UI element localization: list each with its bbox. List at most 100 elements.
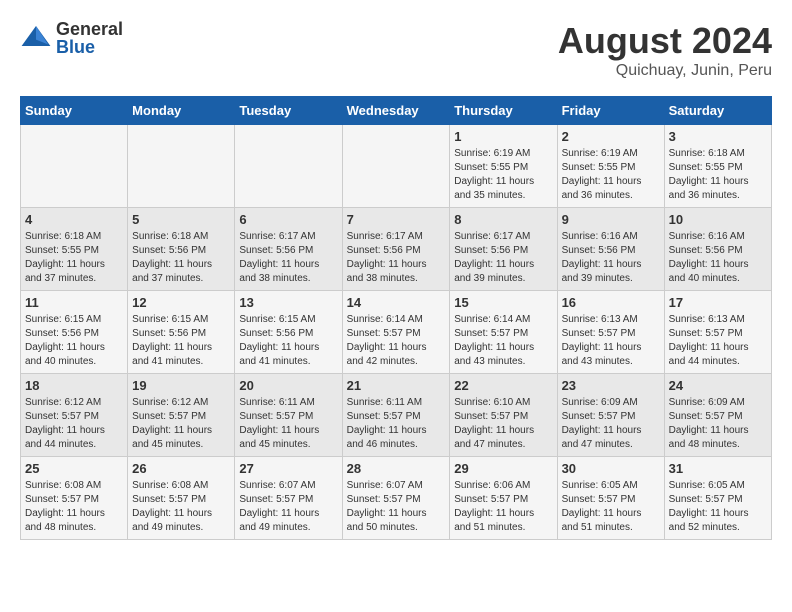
day-number: 11 — [25, 295, 123, 310]
title-block: August 2024 Quichuay, Junin, Peru — [558, 20, 772, 80]
day-number: 13 — [239, 295, 337, 310]
subtitle: Quichuay, Junin, Peru — [558, 62, 772, 80]
calendar-cell — [235, 125, 342, 208]
day-header-monday: Monday — [128, 97, 235, 125]
day-number: 6 — [239, 212, 337, 227]
calendar-cell: 14Sunrise: 6:14 AM Sunset: 5:57 PM Dayli… — [342, 291, 450, 374]
calendar-cell: 1 Sunrise: 6:19 AM Sunset: 5:55 PM Daylig… — [450, 125, 557, 208]
calendar-cell — [342, 125, 450, 208]
day-info: Sunrise: 6:19 AM Sunset: 5:55 PM Dayligh… — [454, 147, 552, 203]
calendar-cell: 3 Sunrise: 6:18 AM Sunset: 5:55 PM Daylig… — [664, 125, 771, 208]
day-info: Sunrise: 6:07 AM Sunset: 5:57 PM Dayligh… — [239, 479, 337, 535]
day-header-sunday: Sunday — [21, 97, 128, 125]
day-info: Sunrise: 6:18 AM Sunset: 5:55 PM Dayligh… — [25, 230, 123, 286]
day-number: 29 — [454, 461, 552, 476]
week-row-1: 1 Sunrise: 6:19 AM Sunset: 5:55 PM Daylig… — [21, 125, 772, 208]
calendar-cell: 18Sunrise: 6:12 AM Sunset: 5:57 PM Dayli… — [21, 374, 128, 457]
day-number: 18 — [25, 378, 123, 393]
calendar-cell — [21, 125, 128, 208]
day-info: Sunrise: 6:17 AM Sunset: 5:56 PM Dayligh… — [347, 230, 446, 286]
day-info: Sunrise: 6:10 AM Sunset: 5:57 PM Dayligh… — [454, 396, 552, 452]
calendar-cell: 17 Sunrise: 6:13 AM Sunset: 5:57 PM Dayli… — [664, 291, 771, 374]
day-number: 27 — [239, 461, 337, 476]
day-number: 26 — [132, 461, 230, 476]
day-info: Sunrise: 6:12 AM Sunset: 5:57 PM Dayligh… — [132, 396, 230, 452]
day-info: Sunrise: 6:06 AM Sunset: 5:57 PM Dayligh… — [454, 479, 552, 535]
day-info: Sunrise: 6:13 AM Sunset: 5:57 PM Dayligh… — [669, 313, 767, 369]
calendar-cell: 9Sunrise: 6:16 AM Sunset: 5:56 PM Daylig… — [557, 208, 664, 291]
calendar-cell: 15 Sunrise: 6:14 AM Sunset: 5:57 PM Dayli… — [450, 291, 557, 374]
calendar-cell: 8 Sunrise: 6:17 AM Sunset: 5:56 PM Daylig… — [450, 208, 557, 291]
day-number: 30 — [562, 461, 660, 476]
calendar-cell: 2 Sunrise: 6:19 AM Sunset: 5:55 PM Daylig… — [557, 125, 664, 208]
day-info: Sunrise: 6:11 AM Sunset: 5:57 PM Dayligh… — [347, 396, 446, 452]
calendar-cell: 21Sunrise: 6:11 AM Sunset: 5:57 PM Dayli… — [342, 374, 450, 457]
day-info: Sunrise: 6:19 AM Sunset: 5:55 PM Dayligh… — [562, 147, 660, 203]
calendar-cell: 20 Sunrise: 6:11 AM Sunset: 5:57 PM Dayli… — [235, 374, 342, 457]
logo: General Blue — [20, 20, 123, 56]
day-info: Sunrise: 6:05 AM Sunset: 5:57 PM Dayligh… — [562, 479, 660, 535]
calendar-cell: 24 Sunrise: 6:09 AM Sunset: 5:57 PM Dayli… — [664, 374, 771, 457]
calendar-cell: 29 Sunrise: 6:06 AM Sunset: 5:57 PM Dayli… — [450, 457, 557, 540]
page-header: General Blue August 2024 Quichuay, Junin… — [20, 20, 772, 80]
day-number: 22 — [454, 378, 552, 393]
logo-blue: Blue — [56, 38, 123, 56]
calendar-cell: 12Sunrise: 6:15 AM Sunset: 5:56 PM Dayli… — [128, 291, 235, 374]
calendar-cell: 23 Sunrise: 6:09 AM Sunset: 5:57 PM Dayli… — [557, 374, 664, 457]
day-number: 20 — [239, 378, 337, 393]
week-row-4: 18 Sunrise: 6:12 AM Sunset: 5:57 PM Dayli… — [21, 374, 772, 457]
day-number: 23 — [562, 378, 660, 393]
day-number: 17 — [669, 295, 767, 310]
day-header-saturday: Saturday — [664, 97, 771, 125]
calendar-cell: 31Sunrise: 6:05 AM Sunset: 5:57 PM Dayli… — [664, 457, 771, 540]
day-header-friday: Friday — [557, 97, 664, 125]
calendar-cell: 30 Sunrise: 6:05 AM Sunset: 5:57 PM Dayli… — [557, 457, 664, 540]
calendar-cell: 7Sunrise: 6:17 AM Sunset: 5:56 PM Daylig… — [342, 208, 450, 291]
day-header-thursday: Thursday — [450, 97, 557, 125]
day-number: 3 — [669, 129, 767, 144]
calendar-cell: 4 Sunrise: 6:18 AM Sunset: 5:55 PM Daylig… — [21, 208, 128, 291]
calendar-cell: 16Sunrise: 6:13 AM Sunset: 5:57 PM Dayli… — [557, 291, 664, 374]
calendar-table: SundayMondayTuesdayWednesdayThursdayFrid… — [20, 96, 772, 540]
day-info: Sunrise: 6:07 AM Sunset: 5:57 PM Dayligh… — [347, 479, 446, 535]
day-header-tuesday: Tuesday — [235, 97, 342, 125]
day-number: 24 — [669, 378, 767, 393]
day-info: Sunrise: 6:08 AM Sunset: 5:57 PM Dayligh… — [132, 479, 230, 535]
calendar-cell: 19Sunrise: 6:12 AM Sunset: 5:57 PM Dayli… — [128, 374, 235, 457]
day-info: Sunrise: 6:14 AM Sunset: 5:57 PM Dayligh… — [454, 313, 552, 369]
calendar-cell: 11 Sunrise: 6:15 AM Sunset: 5:56 PM Dayli… — [21, 291, 128, 374]
calendar-cell: 27 Sunrise: 6:07 AM Sunset: 5:57 PM Dayli… — [235, 457, 342, 540]
day-info: Sunrise: 6:09 AM Sunset: 5:57 PM Dayligh… — [669, 396, 767, 452]
day-number: 2 — [562, 129, 660, 144]
calendar-cell: 13Sunrise: 6:15 AM Sunset: 5:56 PM Dayli… — [235, 291, 342, 374]
day-info: Sunrise: 6:13 AM Sunset: 5:57 PM Dayligh… — [562, 313, 660, 369]
day-number: 28 — [347, 461, 446, 476]
day-info: Sunrise: 6:09 AM Sunset: 5:57 PM Dayligh… — [562, 396, 660, 452]
day-number: 8 — [454, 212, 552, 227]
calendar-cell: 26 Sunrise: 6:08 AM Sunset: 5:57 PM Dayli… — [128, 457, 235, 540]
day-number: 4 — [25, 212, 123, 227]
day-number: 5 — [132, 212, 230, 227]
logo-general: General — [56, 20, 123, 38]
calendar-cell — [128, 125, 235, 208]
day-number: 9 — [562, 212, 660, 227]
day-number: 15 — [454, 295, 552, 310]
day-info: Sunrise: 6:15 AM Sunset: 5:56 PM Dayligh… — [25, 313, 123, 369]
calendar-cell: 22 Sunrise: 6:10 AM Sunset: 5:57 PM Dayli… — [450, 374, 557, 457]
calendar-cell: 5Sunrise: 6:18 AM Sunset: 5:56 PM Daylig… — [128, 208, 235, 291]
day-number: 10 — [669, 212, 767, 227]
day-info: Sunrise: 6:15 AM Sunset: 5:56 PM Dayligh… — [132, 313, 230, 369]
day-info: Sunrise: 6:17 AM Sunset: 5:56 PM Dayligh… — [454, 230, 552, 286]
logo-text: General Blue — [56, 20, 123, 56]
day-info: Sunrise: 6:11 AM Sunset: 5:57 PM Dayligh… — [239, 396, 337, 452]
day-number: 14 — [347, 295, 446, 310]
day-header-wednesday: Wednesday — [342, 97, 450, 125]
day-number: 31 — [669, 461, 767, 476]
calendar-cell: 10Sunrise: 6:16 AM Sunset: 5:56 PM Dayli… — [664, 208, 771, 291]
day-info: Sunrise: 6:18 AM Sunset: 5:55 PM Dayligh… — [669, 147, 767, 203]
calendar-cell: 28 Sunrise: 6:07 AM Sunset: 5:57 PM Dayli… — [342, 457, 450, 540]
main-title: August 2024 — [558, 20, 772, 62]
day-info: Sunrise: 6:17 AM Sunset: 5:56 PM Dayligh… — [239, 230, 337, 286]
calendar-cell: 25Sunrise: 6:08 AM Sunset: 5:57 PM Dayli… — [21, 457, 128, 540]
day-number: 1 — [454, 129, 552, 144]
